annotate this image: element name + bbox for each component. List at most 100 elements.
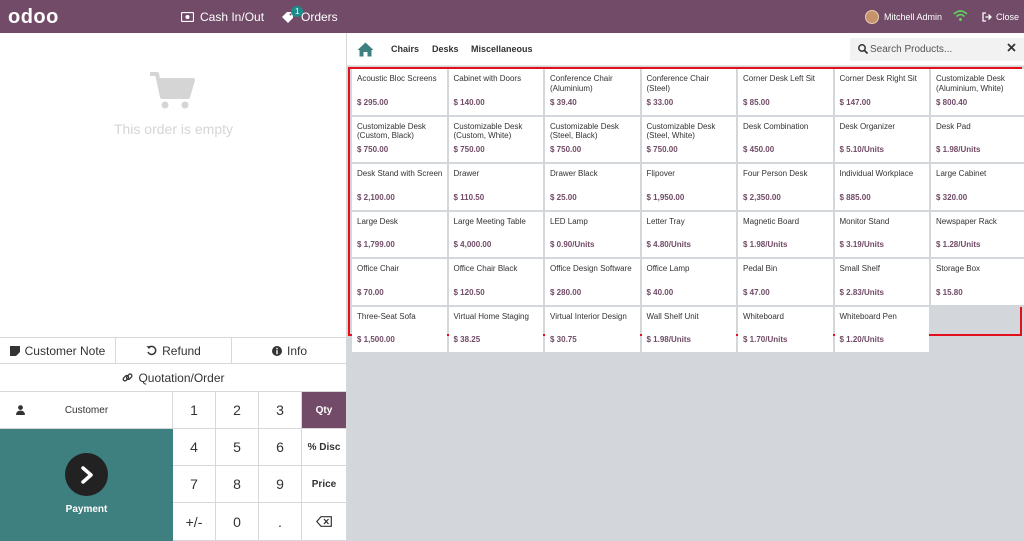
payment-button[interactable]: Payment (0, 429, 173, 541)
product-price: $ 4,000.00 (453, 240, 492, 249)
product-name: Pedal Bin (743, 264, 778, 273)
product-card[interactable]: Drawer Black $ 25.00 (545, 164, 640, 212)
product-card[interactable]: Whiteboard Pen $ 1.20/Units (834, 306, 929, 354)
product-card[interactable]: Desk Pad $ 1.98/Units (931, 116, 1024, 164)
product-card[interactable]: Large Meeting Table $ 4,000.00 (448, 211, 543, 259)
product-card[interactable]: Customizable Desk (Aluminium, White) $ 80… (931, 69, 1024, 117)
numpad-key-decimal[interactable]: . (259, 503, 302, 541)
product-name: Desk Pad (936, 121, 971, 131)
customer-button[interactable]: Customer (0, 392, 173, 429)
product-card[interactable]: Virtual Home Staging $ 38.25 (448, 306, 543, 354)
product-name: Four Person Desk (743, 169, 808, 178)
home-icon[interactable] (357, 42, 374, 57)
product-name: Virtual Interior Design (550, 311, 627, 321)
qty-mode-button[interactable]: Qty (302, 392, 347, 429)
product-card[interactable]: Office Design Software $ 280.00 (545, 259, 640, 307)
product-card[interactable]: Acoustic Bloc Screens $ 295.00 (352, 69, 447, 117)
product-name: Drawer (453, 169, 480, 178)
product-price: $ 1.98/Units (646, 335, 691, 344)
search-input[interactable] (870, 41, 1000, 58)
note-icon (9, 345, 20, 356)
product-card[interactable]: Desk Stand with Screen $ 2,100.00 (352, 164, 447, 212)
product-card[interactable]: Whiteboard $ 1.70/Units (738, 306, 833, 354)
numpad-key-6[interactable]: 6 (259, 429, 302, 466)
product-card[interactable]: Small Shelf $ 2.83/Units (834, 259, 929, 307)
numpad-key-plus-minus[interactable]: +/- (173, 503, 216, 541)
product-name: Flipover (646, 169, 675, 178)
customer-note-button[interactable]: Customer Note (0, 338, 116, 363)
product-card[interactable]: Three-Seat Sofa $ 1,500.00 (352, 306, 447, 354)
close-button[interactable]: Close (982, 0, 1019, 33)
product-card[interactable]: Corner Desk Right Sit $ 147.00 (834, 69, 929, 117)
chevron-right-icon (65, 453, 108, 496)
product-card[interactable]: Letter Tray $ 4.80/Units (641, 211, 736, 259)
backspace-button[interactable] (302, 503, 347, 541)
product-price: $ 0.90/Units (550, 240, 595, 249)
numpad-key-2[interactable]: 2 (216, 392, 259, 429)
product-card[interactable]: Pedal Bin $ 47.00 (738, 259, 833, 307)
product-card[interactable]: Large Cabinet $ 320.00 (931, 164, 1024, 212)
numpad-key-7[interactable]: 7 (173, 466, 216, 503)
product-card[interactable]: Customizable Desk (Custom, Black) $ 750.0… (352, 116, 447, 164)
product-card[interactable]: Newspaper Rack $ 1.28/Units (931, 211, 1024, 259)
product-card[interactable]: Storage Box $ 15.80 (931, 259, 1024, 307)
product-card[interactable]: Office Chair $ 70.00 (352, 259, 447, 307)
product-price: $ 147.00 (839, 97, 871, 107)
numpad-key-8[interactable]: 8 (216, 466, 259, 503)
numpad-key-4[interactable]: 4 (173, 429, 216, 466)
clear-search-icon[interactable] (1007, 43, 1016, 52)
product-name: Storage Box (936, 264, 981, 273)
numpad-key-5[interactable]: 5 (216, 429, 259, 466)
search-box (850, 38, 1024, 61)
numpad-key-9[interactable]: 9 (259, 466, 302, 503)
product-card[interactable]: Desk Combination $ 450.00 (738, 116, 833, 164)
price-mode-button[interactable]: Price (302, 466, 347, 503)
product-card[interactable]: Office Lamp $ 40.00 (641, 259, 736, 307)
product-card[interactable]: Office Chair Black $ 120.50 (448, 259, 543, 307)
discount-mode-button[interactable]: % Disc (302, 429, 347, 466)
product-card[interactable]: Conference Chair (Steel) $ 33.00 (641, 69, 736, 117)
numpad-key-1[interactable]: 1 (173, 392, 216, 429)
product-name: Cabinet with Doors (453, 74, 522, 83)
product-name: Office Chair Black (453, 264, 518, 273)
cash-in-out-button[interactable]: Cash In/Out (181, 0, 264, 33)
product-card[interactable]: Virtual Interior Design $ 30.75 (545, 306, 640, 354)
product-price: $ 1,950.00 (646, 192, 685, 202)
category-chairs[interactable]: Chairs (391, 44, 419, 54)
product-card[interactable]: Wall Shelf Unit $ 1.98/Units (641, 306, 736, 354)
product-card[interactable]: Drawer $ 110.50 (448, 164, 543, 212)
product-card[interactable]: Conference Chair (Aluminium) $ 39.40 (545, 69, 640, 117)
product-card[interactable]: Customizable Desk (Steel, White) $ 750.00 (641, 116, 736, 164)
product-price: $ 800.40 (936, 97, 968, 107)
quotation-order-button[interactable]: Quotation/Order (0, 364, 347, 392)
product-card[interactable]: Flipover $ 1,950.00 (641, 164, 736, 212)
product-card[interactable]: Individual Workplace $ 885.00 (834, 164, 929, 212)
orders-label: Orders (301, 9, 338, 24)
refund-button[interactable]: Refund (116, 338, 232, 363)
product-card[interactable]: Large Desk $ 1,799.00 (352, 211, 447, 259)
info-button[interactable]: Info (232, 338, 347, 363)
product-price: $ 750.00 (453, 145, 485, 154)
product-card[interactable]: Customizable Desk (Custom, White) $ 750.0… (448, 116, 543, 164)
user-menu[interactable]: Mitchell Admin (865, 0, 942, 33)
product-card[interactable]: LED Lamp $ 0.90/Units (545, 211, 640, 259)
info-label: Info (286, 343, 307, 358)
category-desks[interactable]: Desks (432, 44, 459, 54)
category-miscellaneous[interactable]: Miscellaneous (471, 44, 533, 54)
product-price: $ 47.00 (743, 287, 770, 297)
product-card[interactable]: Magnetic Board $ 1.98/Units (738, 211, 833, 259)
close-label: Close (996, 11, 1020, 22)
product-card[interactable]: Four Person Desk $ 2,350.00 (738, 164, 833, 212)
product-card[interactable]: Cabinet with Doors $ 140.00 (448, 69, 543, 117)
product-price: $ 2,350.00 (743, 192, 781, 202)
product-price: $ 4.80/Units (646, 240, 691, 249)
product-card[interactable]: Corner Desk Left Sit $ 85.00 (738, 69, 833, 117)
product-card[interactable]: Desk Organizer $ 5.10/Units (834, 116, 929, 164)
numpad-key-3[interactable]: 3 (259, 392, 302, 429)
numpad-key-0[interactable]: 0 (216, 503, 259, 541)
product-card[interactable]: Customizable Desk (Steel, Black) $ 750.00 (545, 116, 640, 164)
product-name: Magnetic Board (743, 216, 800, 226)
product-card[interactable]: Monitor Stand $ 3.19/Units (834, 211, 929, 259)
customer-label: Customer (64, 405, 109, 416)
orders-button[interactable]: 1 Orders (281, 0, 338, 33)
